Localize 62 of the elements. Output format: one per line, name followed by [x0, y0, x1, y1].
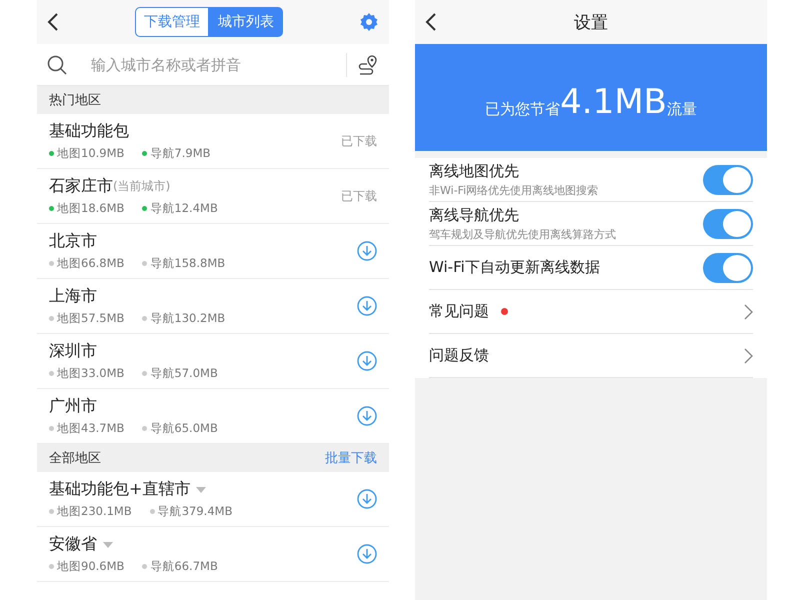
download-icon[interactable] [357, 351, 377, 371]
nav-size: 导航65.0MB [150, 421, 218, 436]
map-size: 地图230.1MB [57, 504, 132, 519]
downloaded-label: 已下载 [341, 132, 377, 150]
page-title: 设置 [574, 12, 608, 34]
settings-icon[interactable] [359, 12, 379, 32]
setting-label: 离线地图优先 [429, 162, 520, 180]
map-size: 地图66.8MB [57, 256, 124, 271]
nav-size: 导航130.2MB [150, 311, 226, 326]
tab[interactable]: 城市列表 [209, 7, 283, 37]
city-name: 广州市 [49, 396, 97, 417]
settings-row[interactable]: 问题反馈 [415, 334, 767, 378]
banner-text: 流量 [666, 100, 697, 119]
city-name: 安徽省 [49, 534, 97, 555]
back-button[interactable] [425, 12, 437, 32]
download-icon[interactable] [357, 489, 377, 509]
map-pin-route-icon[interactable] [357, 54, 379, 76]
setting-hint: 非Wi-Fi网络优先使用离线地图搜索 [429, 182, 598, 198]
tab[interactable]: 下载管理 [135, 7, 209, 37]
dropdown-icon[interactable] [196, 486, 206, 492]
city-name: 深圳市 [49, 341, 97, 362]
chevron-right-icon[interactable] [744, 304, 753, 320]
nav-size: 导航66.7MB [150, 559, 218, 574]
toggle-switch[interactable] [703, 252, 753, 282]
toggle-switch[interactable] [703, 164, 753, 194]
settings-row[interactable]: 常见问题 [415, 290, 767, 334]
nav-size: 导航7.9MB [150, 146, 211, 161]
dropdown-icon[interactable] [103, 542, 113, 548]
city-name: 石家庄市 [49, 176, 113, 197]
setting-label: 离线导航优先 [429, 206, 520, 224]
back-button[interactable] [47, 12, 59, 32]
city-name: 北京市 [49, 231, 97, 252]
chevron-right-icon[interactable] [744, 348, 753, 364]
saved-amount: 4.1MB [560, 85, 667, 119]
nav-size: 导航379.4MB [158, 504, 232, 519]
setting-hint: 驾车规划及导航优先使用离线算路方式 [429, 226, 616, 242]
map-size: 地图10.9MB [57, 146, 124, 161]
nav-size: 导航158.8MB [150, 256, 226, 271]
download-icon[interactable] [357, 406, 377, 426]
city-name: 基础功能包 [49, 121, 129, 142]
section-title: 热门地区 [49, 92, 101, 109]
map-size: 地图33.0MB [57, 366, 124, 381]
city-name: 基础功能包+直辖市 [49, 479, 190, 500]
setting-label: Wi-Fi下自动更新离线数据 [429, 258, 600, 277]
map-size: 地图43.7MB [57, 421, 124, 436]
downloaded-label: 已下载 [341, 188, 377, 204]
section-title: 全部地区 [49, 450, 101, 467]
setting-label: 常见问题 [429, 302, 489, 321]
setting-label: 问题反馈 [429, 346, 489, 365]
banner-text: 已为您节省 [485, 100, 560, 119]
nav-size: 导航12.4MB [150, 201, 218, 216]
download-icon[interactable] [357, 296, 377, 316]
map-size: 地图57.5MB [57, 311, 124, 326]
city-note: (当前城市) [113, 178, 170, 195]
download-icon[interactable] [357, 241, 377, 261]
search-icon [47, 54, 67, 74]
map-size: 地图18.6MB [57, 201, 124, 216]
city-name: 上海市 [49, 286, 97, 307]
toggle-switch[interactable] [703, 208, 753, 238]
download-icon[interactable] [357, 544, 377, 564]
nav-size: 导航57.0MB [150, 366, 218, 381]
map-size: 地图90.6MB [57, 559, 124, 574]
